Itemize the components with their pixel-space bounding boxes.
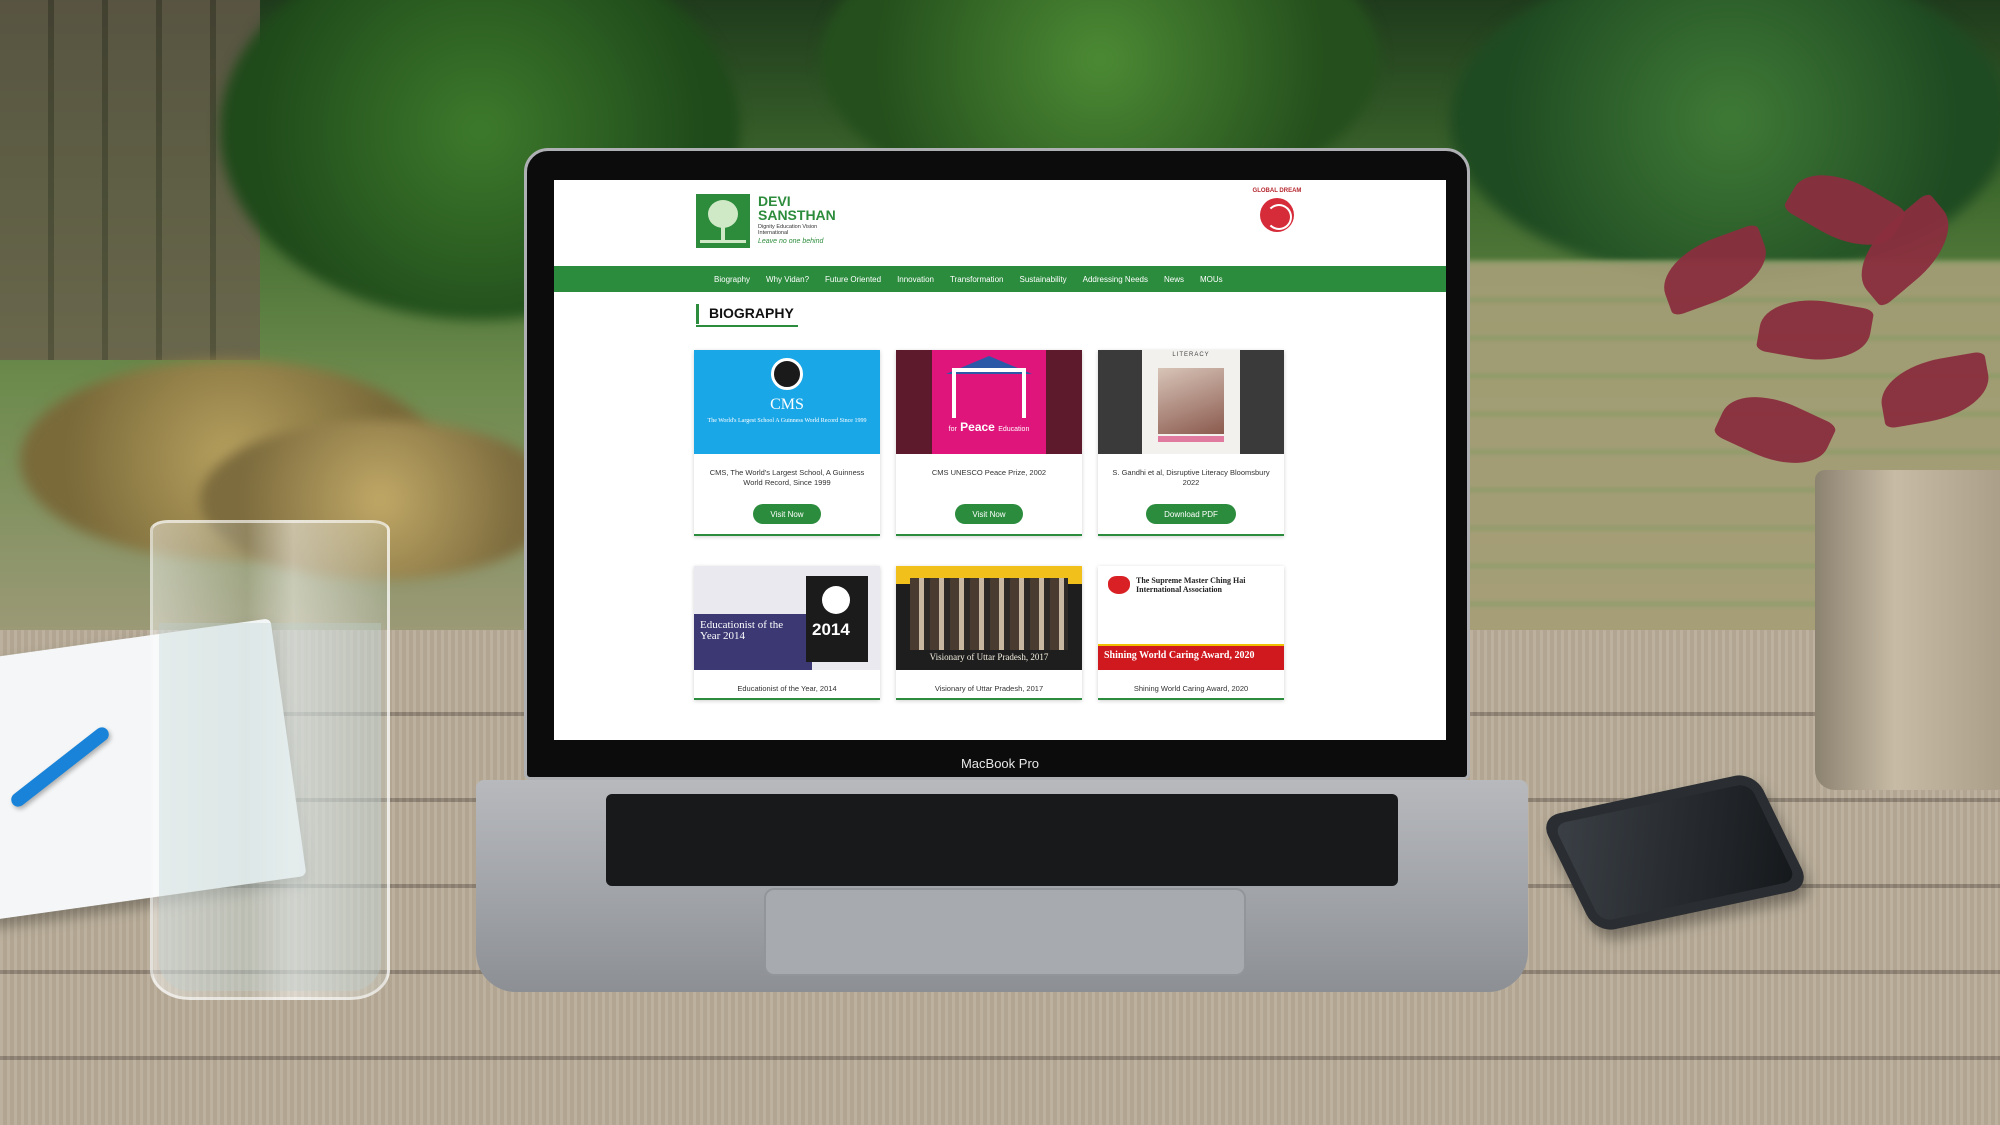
peace-image-text: for Peace Education <box>932 420 1046 434</box>
nav-item-biography[interactable]: Biography <box>714 275 750 284</box>
award-group-photo <box>910 578 1068 650</box>
association-name: The Supreme Master Ching Hai Internation… <box>1136 576 1246 594</box>
visit-now-button[interactable]: Visit Now <box>753 504 821 524</box>
water-glass <box>150 520 390 1000</box>
logo-subtitle: Dignity Education Vision International <box>758 224 818 236</box>
card-literacy: LITERACY S. Gandhi et al, Disruptive Lit… <box>1098 350 1284 536</box>
guinness-seal-icon <box>771 358 803 390</box>
card-caption: CMS, The World's Largest School, A Guinn… <box>709 468 865 487</box>
cms-image-subtitle: The World's Largest School A Guinness Wo… <box>707 418 867 424</box>
logo-name-line2: SANSTHAN <box>758 207 836 223</box>
laptop-trackpad <box>764 888 1246 976</box>
peace-image-word: Peace <box>960 420 995 434</box>
nav-item-mous[interactable]: MOUs <box>1200 275 1223 284</box>
card-caption: Visionary of Uttar Pradesh, 2017 <box>934 684 1044 693</box>
card-caption: CMS UNESCO Peace Prize, 2002 <box>931 468 1047 477</box>
logo-name-line1: DEVI <box>758 193 791 209</box>
card-peace-prize: for Peace Education CMS UNESCO Peace Pri… <box>896 350 1082 536</box>
laptop-brand-label: MacBook Pro <box>960 756 1040 771</box>
cms-image-title: CMS <box>770 396 804 413</box>
nav-item-transformation[interactable]: Transformation <box>950 275 1004 284</box>
card-caption: Shining World Caring Award, 2020 <box>1133 684 1249 693</box>
cms-image[interactable]: CMS The World's Largest School A Guinnes… <box>694 350 880 454</box>
card-educationist: Educationist of the Year 2014 2014 Educa… <box>694 566 880 700</box>
site-header: DEVI SANSTHAN Dignity Education Vision I… <box>554 180 1446 266</box>
peace-prize-image[interactable]: for Peace Education <box>896 350 1082 454</box>
page-title: BIOGRAPHY <box>696 304 794 324</box>
card-caption: S. Gandhi et al, Disruptive Literacy Blo… <box>1112 468 1270 487</box>
badge-text: GLOBAL DREAM <box>1252 188 1302 194</box>
house-icon <box>952 368 1026 418</box>
logo-wordmark[interactable]: DEVI SANSTHAN <box>758 194 836 222</box>
plant-pot <box>1815 470 2000 790</box>
educationist-image-title: Educationist of the Year 2014 <box>700 619 784 642</box>
wooden-fence <box>0 0 260 360</box>
visionary-image[interactable]: Visionary of Uttar Pradesh, 2017 <box>896 566 1082 670</box>
nav-item-news[interactable]: News <box>1164 275 1184 284</box>
logo-tagline: Leave no one behind <box>758 238 824 245</box>
visionary-image-caption: Visionary of Uttar Pradesh, 2017 <box>929 652 1049 662</box>
download-pdf-button[interactable]: Download PDF <box>1146 504 1236 524</box>
peace-image-education: Education <box>998 426 1030 433</box>
main-nav: Biography Why Vidan? Future Oriented Inn… <box>554 266 1446 292</box>
visit-now-button[interactable]: Visit Now <box>955 504 1023 524</box>
peace-image-for: for <box>948 426 957 433</box>
card-shining-award: The Supreme Master Ching Hai Internation… <box>1098 566 1284 700</box>
global-dream-badge: GLOBAL DREAM <box>1246 188 1308 240</box>
title-underline <box>696 325 798 327</box>
card-visionary: Visionary of Uttar Pradesh, 2017 Visiona… <box>896 566 1082 700</box>
laptop-screen: DEVI SANSTHAN Dignity Education Vision I… <box>554 180 1446 740</box>
tree-logo-icon[interactable] <box>696 194 750 248</box>
card-caption: Educationist of the Year, 2014 <box>737 684 837 693</box>
association-emblem-icon <box>1108 576 1130 594</box>
literacy-heading: LITERACY <box>1172 352 1210 358</box>
shining-award-image[interactable]: The Supreme Master Ching Hai Internation… <box>1098 566 1284 670</box>
educationist-image[interactable]: Educationist of the Year 2014 2014 <box>694 566 880 670</box>
card-cms: CMS The World's Largest School A Guinnes… <box>694 350 880 536</box>
nav-item-addressing-needs[interactable]: Addressing Needs <box>1083 275 1148 284</box>
globe-icon <box>1260 198 1294 232</box>
shining-image-title: Shining World Caring Award, 2020 <box>1104 650 1255 661</box>
award-logo-icon <box>822 586 850 614</box>
laptop-keyboard <box>606 794 1398 886</box>
award-year: 2014 <box>812 620 850 639</box>
literacy-book-image[interactable]: LITERACY <box>1098 350 1284 454</box>
nav-item-sustainability[interactable]: Sustainability <box>1019 275 1066 284</box>
nav-item-innovation[interactable]: Innovation <box>897 275 934 284</box>
nav-item-why-vidan[interactable]: Why Vidan? <box>766 275 809 284</box>
book-cover-photo <box>1158 368 1224 434</box>
nav-item-future-oriented[interactable]: Future Oriented <box>825 275 881 284</box>
